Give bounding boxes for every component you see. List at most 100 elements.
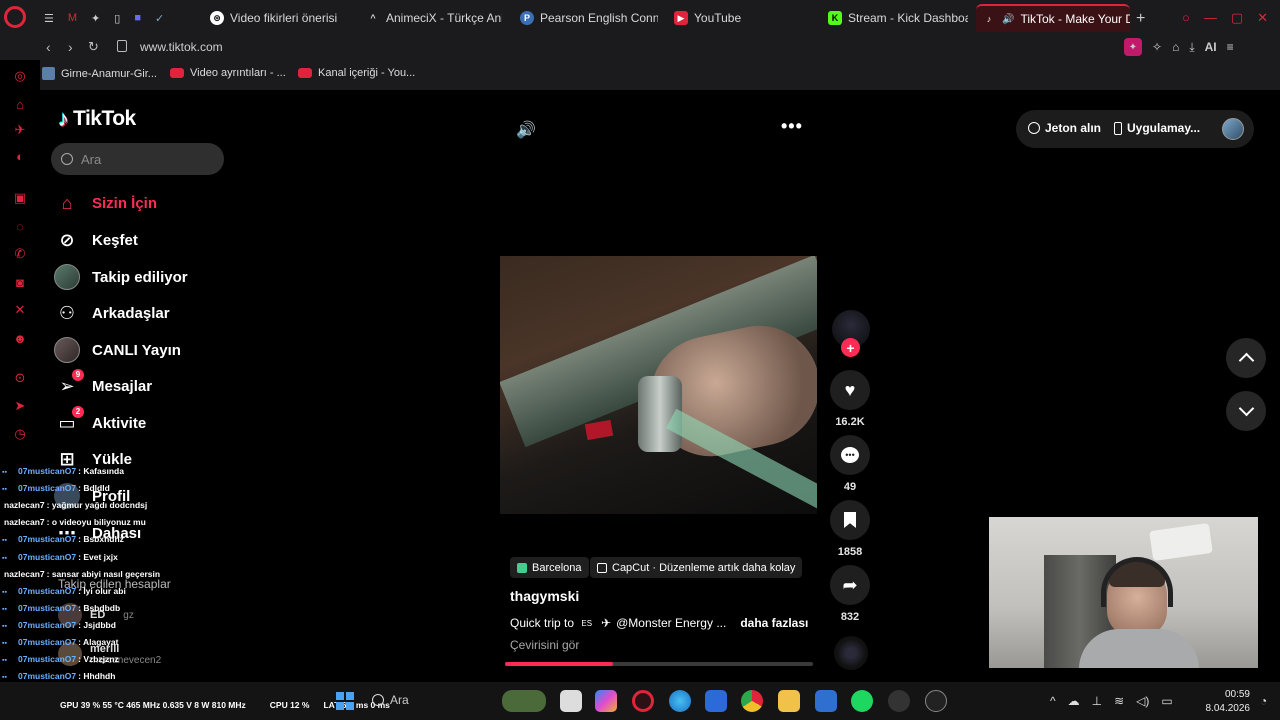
tab-kick[interactable]: K Stream - Kick Dashboard [828, 4, 968, 32]
bookmark-item[interactable]: Kanal içeriği - You... [298, 67, 415, 79]
nav-for-you[interactable]: ⌂ Sizin İçin [54, 188, 157, 218]
search-input[interactable]: Ara [81, 152, 101, 167]
save-button[interactable] [830, 500, 870, 540]
close-icon[interactable]: ✕ [1257, 10, 1268, 26]
video-progress-track[interactable] [505, 662, 813, 666]
battery-icon[interactable]: ▭ [1161, 694, 1172, 708]
get-coins-button[interactable]: Jeton alın [1028, 121, 1101, 135]
ai-button[interactable]: AI [1205, 40, 1217, 54]
outlook-icon[interactable] [815, 690, 837, 712]
extension-icon[interactable]: ✦ [1124, 38, 1142, 56]
copilot-icon[interactable] [595, 690, 617, 712]
whatsapp-icon[interactable]: ◐ [12, 148, 28, 164]
like-button[interactable]: ♥ [830, 370, 870, 410]
volume-icon[interactable]: ◁) [1136, 694, 1149, 708]
nav-activity[interactable]: ▭ 2 Aktivite [54, 406, 146, 438]
tab-grid-icon[interactable]: ☰ [44, 12, 54, 25]
tab-animecix[interactable]: ^ AnimeciX - Türkçe Anime [366, 4, 502, 32]
translate-link[interactable]: Çevirisini gör [510, 638, 579, 652]
twitch-icon[interactable]: ▣ [12, 190, 28, 206]
bookmark-item[interactable]: Video ayrıntıları - ... [170, 67, 286, 79]
profile-icon[interactable]: ⌂ [1172, 40, 1179, 54]
video-username[interactable]: thagymski [510, 588, 579, 604]
chevron-up-icon[interactable]: ^ [1050, 694, 1056, 708]
x-icon[interactable]: ✕ [12, 302, 28, 318]
browser-tab-strip: ☰ M ✦ ▯ ■ ✓ ⊛ Video fikirleri önerisi ^ … [0, 0, 1280, 36]
notifications-icon[interactable]: ◔ [1260, 694, 1267, 708]
app-icon[interactable]: ■ [134, 12, 141, 25]
doc-icon[interactable]: ▯ [114, 12, 120, 25]
more-button[interactable]: daha fazlası [740, 616, 808, 630]
tab-pearson[interactable]: P Pearson English Connect [520, 4, 658, 32]
volume-icon[interactable]: 🔊 [516, 120, 536, 140]
reload-icon[interactable]: ↻ [88, 39, 99, 55]
video-player[interactable] [500, 256, 817, 514]
audio-playing-icon[interactable]: 🔊 [1002, 14, 1014, 25]
location-tag[interactable]: Barcelona [510, 557, 589, 578]
url-field[interactable]: www.tiktok.com [140, 40, 223, 54]
new-tab-button[interactable]: + [1136, 10, 1145, 28]
tab-youtube[interactable]: ▶ YouTube [674, 4, 794, 32]
spotify-icon[interactable] [851, 690, 873, 712]
get-app-button[interactable]: Uygulamay... [1114, 121, 1200, 135]
nav-live[interactable]: CANLI Yayın [54, 335, 181, 365]
search-box[interactable]: Ara [51, 143, 224, 175]
nav-friends[interactable]: ⚇ Arkadaşlar [54, 298, 170, 328]
file-explorer-icon[interactable] [778, 690, 800, 712]
nav-following[interactable]: Takip ediliyor [54, 262, 188, 292]
comment-button[interactable]: ••• [830, 435, 870, 475]
follow-button[interactable]: + [841, 338, 860, 357]
more-options-icon[interactable]: ••• [781, 116, 803, 137]
taskbar-search[interactable]: Ara [372, 693, 409, 707]
unreal-icon[interactable] [925, 690, 947, 712]
nav-explore[interactable]: ⊘ Keşfet [54, 225, 137, 255]
start-icon[interactable] [334, 690, 356, 712]
tiktok-logo[interactable]: ♪ TikTok [58, 106, 136, 132]
edge-icon[interactable] [669, 690, 691, 712]
workspace-icons[interactable]: ☰ M ✦ ▯ ■ ✓ [44, 12, 164, 25]
next-video-button[interactable] [1226, 391, 1266, 431]
steam-icon[interactable] [888, 690, 910, 712]
mention-link[interactable]: @Monster Energy ... [616, 616, 726, 630]
share-button[interactable]: ➦ [830, 565, 870, 605]
search-tabs-icon[interactable]: ○ [1182, 10, 1190, 26]
onedrive-icon[interactable]: ☁ [1068, 694, 1080, 708]
forward-icon[interactable]: › [68, 39, 73, 55]
browser-logo-icon[interactable] [4, 6, 26, 28]
bookmark-item[interactable]: Girne-Anamur-Gir... [42, 67, 157, 80]
aria-icon[interactable]: ◎ [12, 68, 28, 84]
chrome-icon[interactable] [741, 690, 763, 712]
send-icon[interactable]: ➤ [12, 398, 28, 414]
tab-video-ideas[interactable]: ⊛ Video fikirleri önerisi [210, 4, 360, 32]
telegram-icon[interactable]: ✈ [12, 122, 28, 138]
workspace-icon[interactable]: ⌂ [12, 96, 28, 112]
download-icon[interactable]: ⤓ [1189, 40, 1194, 55]
sound-disc-icon[interactable] [834, 636, 868, 670]
previous-video-button[interactable] [1226, 338, 1266, 378]
back-icon[interactable]: ‹ [46, 39, 51, 55]
instagram-icon[interactable]: ◙ [12, 274, 28, 290]
gmail-icon[interactable]: M [68, 12, 77, 25]
capcut-tag[interactable]: CapCut · Düzenleme artık daha kolay [590, 557, 803, 578]
clock-icon[interactable]: ◷ [12, 426, 28, 442]
tab-tiktok[interactable]: ♪ 🔊 TikTok - Make Your Day [976, 4, 1130, 32]
nav-messages[interactable]: ➢ 9 Mesajlar [54, 369, 152, 401]
wifi-icon[interactable]: ≋ [1114, 694, 1124, 708]
clock[interactable]: 00:59 8.04.2026 [1198, 688, 1251, 716]
puzzle-icon[interactable]: ✧ [1152, 40, 1162, 54]
check-icon[interactable]: ✓ [155, 12, 164, 25]
messenger-icon[interactable]: ◌ [12, 218, 28, 234]
store-icon[interactable] [705, 690, 727, 712]
history-icon[interactable]: ⊙ [12, 370, 28, 386]
phone-icon[interactable]: ✆ [12, 246, 28, 262]
widgets-icon[interactable] [502, 690, 546, 712]
opera-icon[interactable] [632, 690, 654, 712]
discord-icon[interactable]: ☻ [12, 330, 28, 346]
task-view-icon[interactable] [560, 690, 582, 712]
maximize-icon[interactable]: ▢ [1231, 10, 1243, 26]
microphone-icon[interactable]: ⊥ [1092, 694, 1102, 708]
minimize-icon[interactable]: — [1204, 10, 1217, 26]
user-avatar[interactable] [1222, 118, 1244, 140]
pin-icon[interactable]: ✦ [91, 12, 100, 25]
menu-icon[interactable]: ≡ [1227, 40, 1234, 54]
